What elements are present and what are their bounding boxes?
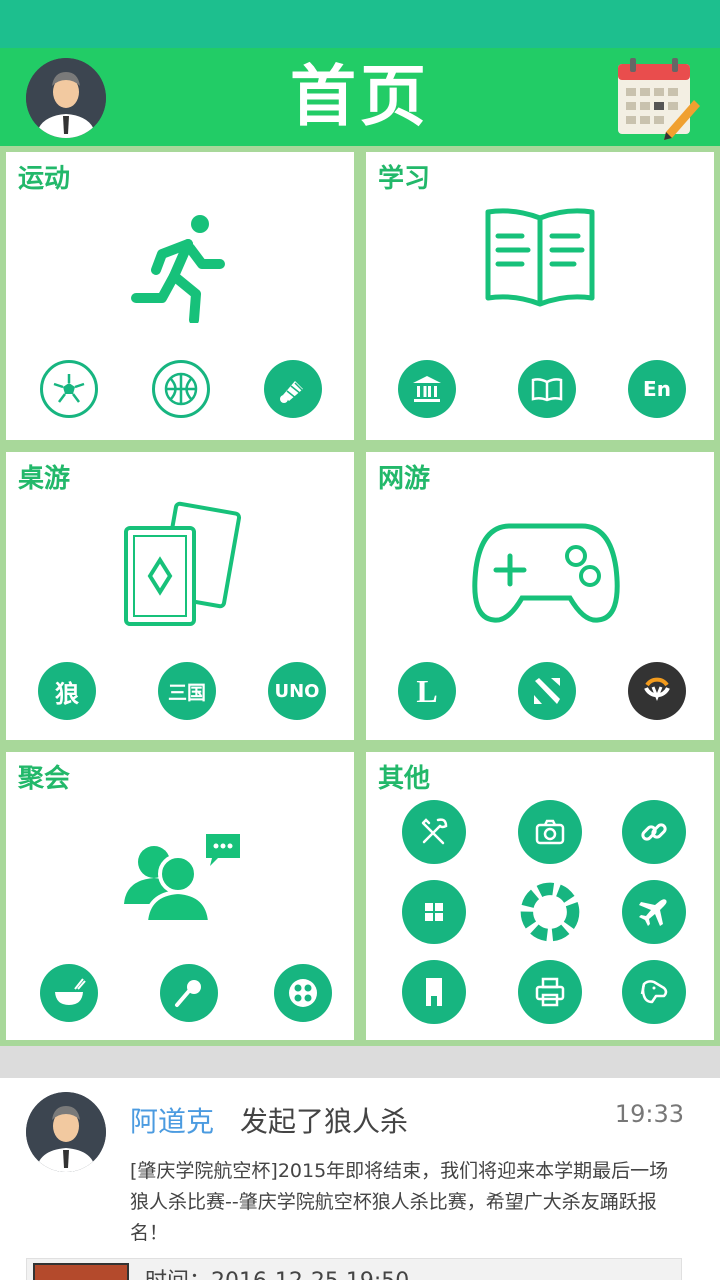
uno-button[interactable]: UNO <box>268 662 326 720</box>
karaoke-mic-icon <box>175 980 201 1007</box>
gamepad-icon <box>472 523 620 623</box>
uno-icon: UNO <box>274 680 320 702</box>
soccer-ball-icon <box>53 373 85 405</box>
movie-button[interactable] <box>274 964 332 1022</box>
poster-avatar[interactable] <box>26 1092 106 1172</box>
league-of-legends-icon: L <box>416 672 438 709</box>
feed-timestamp: 19:33 <box>614 1100 684 1128</box>
english-button[interactable]: En <box>628 360 686 418</box>
status-bar <box>0 0 720 48</box>
tile-gathering[interactable]: 聚会 <box>6 752 354 1040</box>
link-icon <box>641 823 667 841</box>
section-divider <box>0 1046 720 1078</box>
tile-label: 网游 <box>378 464 431 494</box>
event-thumbnail <box>33 1263 129 1280</box>
film-reel-icon <box>289 979 317 1007</box>
basketball-button[interactable] <box>152 360 210 418</box>
running-person-icon <box>131 215 225 323</box>
pet-icon <box>640 980 668 1004</box>
werewolf-button[interactable]: 狼 <box>38 662 96 720</box>
soccer-button[interactable] <box>40 360 98 418</box>
english-icon: En <box>643 377 671 401</box>
airplane-button[interactable] <box>622 880 686 944</box>
header-bar: 首页 <box>0 48 720 146</box>
event-time: 时间：2016-12-25 19:50 <box>145 1263 409 1280</box>
dota-button[interactable] <box>518 662 576 720</box>
airplane-icon <box>639 899 667 926</box>
dota-icon <box>534 678 560 704</box>
tools-icon <box>421 818 448 845</box>
badminton-icon <box>280 381 304 403</box>
event-card[interactable]: 时间：2016-12-25 19:50 <box>26 1258 682 1280</box>
camera-button[interactable] <box>518 800 582 864</box>
feed-body-text: [肇庆学院航空杯]2015年即将结束，我们将迎来本学期最后一场狼人杀比赛--肇庆… <box>130 1160 669 1244</box>
bookmark-button[interactable] <box>402 960 466 1024</box>
tile-online-games[interactable]: 网游 L <box>366 452 714 740</box>
people-chat-icon <box>124 834 240 924</box>
reading-button[interactable] <box>518 360 576 418</box>
three-kingdoms-button[interactable]: 三国 <box>158 662 216 720</box>
food-bowl-icon <box>55 978 86 1005</box>
calendar-button[interactable] <box>614 54 700 140</box>
tile-label: 聚会 <box>18 764 71 794</box>
bookmark-icon <box>426 978 442 1006</box>
overwatch-button[interactable] <box>628 662 686 720</box>
tile-label: 运动 <box>18 164 71 194</box>
tile-label: 学习 <box>378 164 431 194</box>
pet-button[interactable] <box>622 960 686 1024</box>
tile-board-games[interactable]: 桌游 狼 三国 UNO <box>6 452 354 740</box>
feed-action: 发起了狼人杀 <box>240 1105 409 1138</box>
overwatch-icon <box>644 677 670 702</box>
tools-button[interactable] <box>402 800 466 864</box>
playing-cards-icon <box>124 501 242 626</box>
calendar-icon <box>618 58 700 140</box>
printer-button[interactable] <box>518 960 582 1024</box>
tile-sports[interactable]: 运动 <box>6 152 354 440</box>
library-icon <box>413 376 441 402</box>
category-grid: 运动 学习 En 桌游 狼 三国 UNO 网游 L 聚会 其他 <box>0 146 720 1046</box>
ring-icon <box>520 882 580 942</box>
printer-icon <box>535 977 565 1007</box>
karaoke-button[interactable] <box>160 964 218 1022</box>
link-button[interactable] <box>622 800 686 864</box>
badminton-button[interactable] <box>264 360 322 418</box>
basketball-icon <box>164 372 198 406</box>
tile-label: 其他 <box>378 764 431 794</box>
reading-icon <box>531 378 563 402</box>
tile-study[interactable]: 学习 En <box>366 152 714 440</box>
werewolf-icon: 狼 <box>55 679 79 708</box>
food-button[interactable] <box>40 964 98 1022</box>
tile-label: 桌游 <box>18 464 71 494</box>
tile-other[interactable]: 其他 <box>366 752 714 1040</box>
poster-name[interactable]: 阿道克 <box>130 1100 214 1140</box>
league-of-legends-button[interactable]: L <box>398 662 456 720</box>
open-book-icon <box>485 208 595 307</box>
page-title: 首页 <box>290 58 430 135</box>
library-button[interactable] <box>398 360 456 418</box>
ring-button[interactable] <box>518 880 582 944</box>
windows-icon <box>425 903 443 921</box>
windows-button[interactable] <box>402 880 466 944</box>
three-kingdoms-icon: 三国 <box>167 681 206 704</box>
camera-icon <box>535 819 565 845</box>
activity-feed-item[interactable]: 阿道克 发起了狼人杀 19:33 [肇庆学院航空杯]2015年即将结束，我们将迎… <box>0 1078 720 1280</box>
